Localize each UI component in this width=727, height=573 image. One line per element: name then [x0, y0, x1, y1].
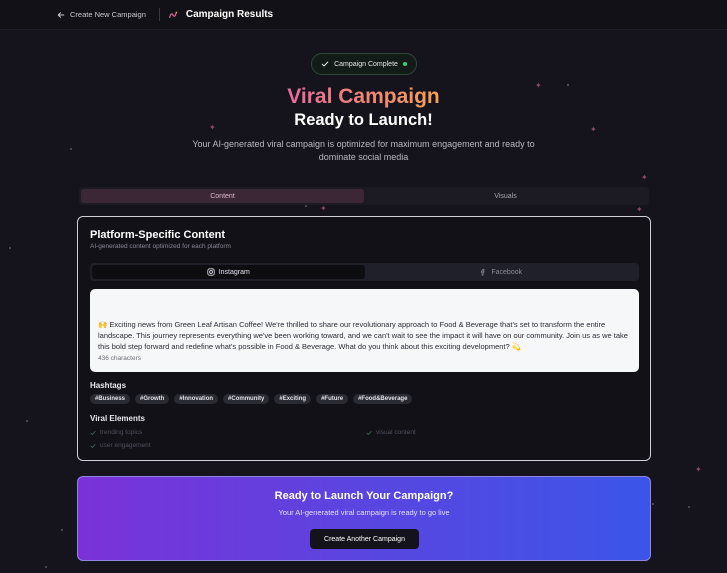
hashtag-chip[interactable]: #Exciting: [274, 394, 312, 404]
post-preview: 🙌 Exciting news from Green Leaf Artisan …: [90, 289, 639, 372]
cta-title: Ready to Launch Your Campaign?: [274, 490, 454, 502]
viral-elements-heading: Viral Elements: [90, 414, 145, 423]
hashtag-chip[interactable]: #Innovation: [174, 394, 219, 404]
tab-content[interactable]: Content: [81, 189, 364, 203]
top-bar: Create New Campaign Campaign Results: [0, 0, 727, 30]
create-another-campaign-button[interactable]: Create Another Campaign: [310, 529, 419, 549]
platform-tabs: Instagram Facebook: [90, 263, 639, 281]
topbar-divider: [158, 8, 160, 21]
star-decoration: [61, 529, 63, 531]
hashtag-chip[interactable]: #Community: [223, 394, 270, 404]
star-decoration: [9, 247, 11, 249]
arrow-left-icon: [57, 11, 65, 18]
sparkle-decoration: ✦: [320, 204, 327, 213]
hashtag-chip[interactable]: #Future: [316, 394, 349, 404]
tab-facebook-label: Facebook: [491, 268, 523, 276]
cta-subtitle: Your AI-generated viral campaign is read…: [278, 508, 450, 517]
viral-element-item: visual content: [366, 429, 416, 436]
sparkle-decoration: ✦: [636, 205, 643, 214]
star-decoration: [305, 205, 307, 207]
hero-heading: Ready to Launch!: [294, 111, 433, 129]
hashtag-chip[interactable]: #Food&Beverage: [353, 394, 413, 404]
tab-facebook[interactable]: Facebook: [365, 265, 638, 279]
star-decoration: [70, 148, 72, 150]
back-to-create-campaign-link[interactable]: Create New Campaign: [57, 10, 146, 19]
platform-content-card: Platform-Specific Content AI-generated c…: [77, 216, 651, 461]
check-icon: [90, 443, 96, 448]
main-tabs: Content Visuals: [79, 187, 649, 205]
facebook-icon: [481, 268, 485, 276]
star-decoration: [652, 503, 654, 505]
check-icon: [321, 61, 329, 67]
tab-visuals[interactable]: Visuals: [364, 189, 647, 203]
tab-instagram[interactable]: Instagram: [92, 265, 365, 279]
post-text: 🙌 Exciting news from Green Leaf Artisan …: [98, 320, 628, 351]
sparkle-decoration: ✦: [641, 173, 648, 182]
star-decoration: [45, 566, 47, 568]
viral-element-item: trending topics: [90, 429, 142, 436]
hero-subtitle: Your AI-generated viral campaign is opti…: [192, 139, 535, 162]
page-title: Campaign Results: [185, 9, 274, 20]
badge-label: Campaign Complete: [334, 60, 398, 68]
check-icon: [90, 430, 96, 435]
star-decoration: [688, 506, 690, 508]
status-dot: [402, 62, 407, 66]
hashtag-chip[interactable]: #Business: [90, 394, 131, 404]
hero-heading-gradient: Viral Campaign: [287, 85, 440, 108]
brand-logo-icon: [168, 10, 178, 20]
star-decoration: [26, 420, 28, 422]
hashtags-heading: Hashtags: [90, 381, 127, 390]
sparkle-decoration: ✦: [695, 465, 702, 474]
campaign-complete-badge: Campaign Complete: [311, 53, 417, 75]
card-title: Platform-Specific Content: [90, 229, 226, 241]
launch-cta-card: Ready to Launch Your Campaign? Your AI-g…: [77, 476, 651, 561]
viral-element-item: user engagement: [90, 442, 151, 449]
card-subtitle: AI-generated content optimized for each …: [90, 243, 231, 250]
character-count: 436 characters: [98, 355, 141, 362]
tab-instagram-label: Instagram: [218, 268, 250, 276]
hashtag-list: #Business #Growth #Innovation #Community…: [90, 394, 413, 404]
hashtag-chip[interactable]: #Growth: [135, 394, 170, 404]
check-icon: [366, 430, 372, 435]
instagram-icon: [207, 268, 215, 276]
back-link-label: Create New Campaign: [70, 10, 146, 19]
